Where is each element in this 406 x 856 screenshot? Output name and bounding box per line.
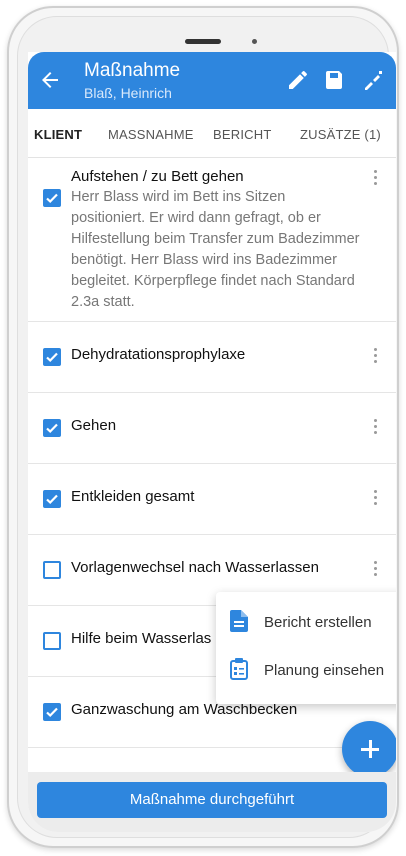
sign-icon[interactable] (361, 68, 385, 92)
menu-item-label: Planung einsehen (264, 662, 385, 679)
checkbox-checked[interactable] (43, 490, 61, 508)
more-vert-icon[interactable] (374, 348, 378, 364)
speaker-grille (185, 39, 221, 44)
more-vert-icon[interactable] (374, 490, 378, 506)
checkbox-checked[interactable] (43, 703, 61, 721)
add-button[interactable] (342, 721, 396, 777)
tab-klient[interactable]: KLIENT (34, 127, 82, 142)
save-icon[interactable] (323, 68, 347, 92)
checkbox-checked[interactable] (43, 189, 61, 207)
list-item[interactable]: Dehydratationsprophylaxe (28, 322, 396, 393)
list-item[interactable]: Entkleiden gesamt (28, 464, 396, 535)
app-screen: Maßnahme Blaß, Heinrich KLIENT MASSNAHME… (28, 52, 396, 832)
checkbox-unchecked[interactable] (43, 632, 61, 650)
item-title: Entkleiden gesamt (71, 488, 195, 505)
checkbox-checked[interactable] (43, 348, 61, 366)
phone-frame: Maßnahme Blaß, Heinrich KLIENT MASSNAHME… (7, 6, 399, 848)
more-vert-icon[interactable] (374, 419, 378, 435)
more-vert-icon[interactable] (374, 561, 378, 577)
clipboard-icon (230, 658, 248, 680)
back-arrow-icon[interactable] (38, 68, 62, 92)
list-item[interactable]: Gehen (28, 393, 396, 464)
menu-item-bericht-erstellen[interactable]: Bericht erstellen (216, 600, 396, 644)
tab-zusaetze[interactable]: ZUSÄTZE (1) (300, 127, 381, 142)
menu-item-label: Bericht erstellen (264, 614, 372, 631)
item-title: Gehen (71, 417, 117, 434)
tab-bar: KLIENT MASSNAHME BERICHT ZUSÄTZE (1) (28, 109, 396, 158)
measure-done-button[interactable]: Maßnahme durchgeführt (37, 782, 387, 818)
menu-item-planung-einsehen[interactable]: Planung einsehen (216, 648, 396, 692)
item-title: Dehydratationsprophylaxe (71, 346, 246, 363)
app-bar: Maßnahme Blaß, Heinrich (28, 52, 396, 109)
more-vert-icon[interactable] (374, 170, 378, 186)
bottom-bar: Maßnahme durchgeführt (28, 772, 396, 832)
checkbox-checked[interactable] (43, 419, 61, 437)
sensor-dot (252, 39, 257, 44)
page-title: Maßnahme (84, 60, 181, 81)
client-name: Blaß, Heinrich (84, 85, 172, 101)
item-title: Hilfe beim Wasserlas (71, 630, 212, 647)
list-item[interactable]: Aufstehen / zu Bett gehen Herr Blass wir… (28, 158, 396, 322)
item-title: Aufstehen / zu Bett gehen (71, 168, 244, 185)
edit-pencil-icon[interactable] (286, 68, 310, 92)
checkbox-unchecked[interactable] (43, 561, 61, 579)
document-icon (230, 610, 248, 632)
tab-bericht[interactable]: BERICHT (213, 127, 271, 142)
context-menu: Bericht erstellen Planung einsehen (216, 592, 396, 704)
item-title: Vorlagenwechsel nach Wasserlassen (71, 559, 319, 576)
tab-massnahme[interactable]: MASSNAHME (108, 127, 194, 142)
item-description: Herr Blass wird im Bett ins Sitzen posit… (71, 189, 360, 310)
